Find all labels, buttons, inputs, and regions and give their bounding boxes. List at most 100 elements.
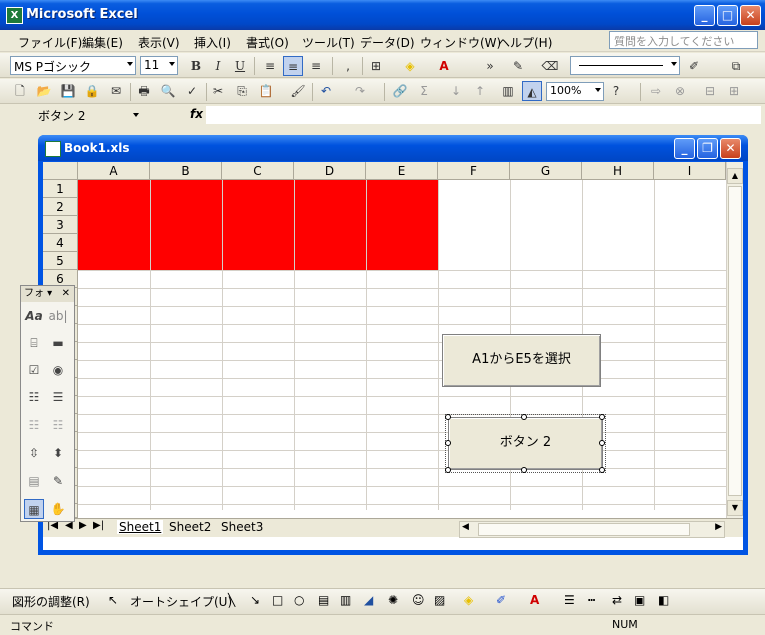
font-color-icon[interactable]: A — [434, 56, 454, 76]
column-header[interactable]: C — [222, 162, 294, 180]
underline-button[interactable]: U — [230, 56, 250, 76]
fill-color-icon[interactable]: ◈ — [400, 56, 420, 76]
eraser-icon[interactable]: ⌫ — [540, 56, 560, 76]
scroll-down-icon[interactable]: ▼ — [727, 500, 743, 516]
comma-style-button[interactable]: , — [338, 56, 358, 76]
column-header[interactable]: B — [150, 162, 222, 180]
column-header[interactable]: A — [78, 162, 150, 180]
close-button[interactable]: ✕ — [740, 5, 761, 26]
hyperlink-icon[interactable]: 🔗 — [390, 81, 410, 101]
column-header[interactable]: E — [366, 162, 438, 180]
unprotect-icon[interactable]: ⊗ — [670, 81, 690, 101]
tab-sheet2[interactable]: Sheet2 — [169, 520, 211, 534]
resize-handle[interactable] — [599, 414, 605, 420]
workbook-title-bar[interactable]: Book1.xls _ ❐ ✕ — [38, 135, 748, 161]
scroll-right-icon[interactable]: ▶ — [715, 522, 722, 532]
dash-style-icon[interactable]: ┅ — [588, 593, 595, 607]
toolbar-options-icon[interactable]: » — [480, 56, 500, 76]
select-objects-icon[interactable]: ↖ — [108, 593, 118, 607]
rectangle-icon[interactable]: □ — [272, 593, 283, 607]
line-color-icon[interactable]: ✐ — [684, 56, 704, 76]
worksheet-grid[interactable]: A B C D E F G H I 1 2 3 4 5 6 A1からE5を選択 … — [43, 162, 743, 550]
menu-tools[interactable]: ツール(T) — [302, 34, 355, 51]
option-button-tool-icon[interactable]: ◉ — [48, 360, 68, 380]
column-header[interactable]: F — [438, 162, 510, 180]
spelling-icon[interactable]: ✓ — [182, 81, 202, 101]
row-header[interactable]: 3 — [43, 216, 78, 234]
print-preview-icon[interactable]: 🔍 — [158, 81, 178, 101]
font-name-combo[interactable]: MS Pゴシック — [10, 56, 136, 75]
horizontal-scrollbar[interactable]: ◀ ▶ — [459, 521, 725, 538]
align-right-icon[interactable]: ≡ — [306, 56, 326, 76]
column-header[interactable]: D — [294, 162, 366, 180]
print-icon[interactable]: 🖶 — [134, 81, 154, 101]
minimize-button[interactable]: _ — [694, 5, 715, 26]
align-center-icon[interactable]: ≡ — [283, 56, 303, 76]
wordart-icon[interactable]: ◢ — [364, 593, 373, 607]
align-left-icon[interactable]: ≡ — [260, 56, 280, 76]
save-icon[interactable]: 💾 — [58, 81, 78, 101]
protect-icon[interactable]: ⇨ — [646, 81, 666, 101]
editbox-tool-icon[interactable]: ab| — [48, 306, 68, 326]
tab-sheet3[interactable]: Sheet3 — [221, 520, 263, 534]
workbook-minimize-button[interactable]: _ — [674, 138, 695, 159]
resize-handle[interactable] — [599, 440, 605, 446]
button-2[interactable]: ボタン 2 — [445, 414, 606, 473]
workbook-restore-button[interactable]: ❐ — [697, 138, 718, 159]
tab-last-icon[interactable]: ▶| — [93, 520, 104, 531]
diagram-icon[interactable]: ✺ — [388, 593, 398, 607]
menu-view[interactable]: 表示(V) — [138, 34, 180, 51]
borders-icon[interactable]: ⊞ — [366, 56, 386, 76]
group-icon[interactable]: ⊟ — [700, 81, 720, 101]
bold-button[interactable]: B — [186, 56, 206, 76]
more-borders-icon[interactable]: ⧉ — [726, 56, 746, 76]
workbook-close-button[interactable]: ✕ — [720, 138, 741, 159]
arrow-icon[interactable]: ↘ — [250, 593, 260, 607]
textbox-icon[interactable]: ▤ — [318, 593, 329, 607]
menu-window[interactable]: ウィンドウ(W) — [420, 34, 501, 51]
menu-format[interactable]: 書式(O) — [246, 34, 289, 51]
resize-handle[interactable] — [521, 467, 527, 473]
tab-next-icon[interactable]: ▶ — [79, 520, 87, 531]
maximize-button[interactable]: □ — [717, 5, 738, 26]
menu-insert[interactable]: 挿入(I) — [194, 34, 231, 51]
copy-icon[interactable]: ⎘ — [232, 81, 252, 101]
font-size-combo[interactable]: 11 — [140, 56, 178, 75]
scroll-left-icon[interactable]: ◀ — [462, 522, 469, 532]
control-properties-icon[interactable]: ▤ — [24, 471, 44, 491]
help-question-input[interactable]: 質問を入力してください — [609, 31, 758, 49]
autoshape-menu[interactable]: オートシェイプ(U) — [130, 593, 232, 610]
chart-wizard-icon[interactable]: ▥ — [498, 81, 518, 101]
draw-font-color-icon[interactable]: A — [530, 593, 539, 607]
arrow-style-icon[interactable]: ⇄ — [612, 593, 622, 607]
row-header[interactable]: 1 — [43, 180, 78, 198]
autosum-icon[interactable]: Σ — [414, 81, 434, 101]
edit-code-icon[interactable]: ✎ — [48, 471, 68, 491]
clipart-icon[interactable]: ☺ — [412, 593, 425, 607]
ungroup-icon[interactable]: ⊞ — [724, 81, 744, 101]
open-folder-icon[interactable]: 📂 — [34, 81, 54, 101]
vertical-scrollbar[interactable]: ▲ ▼ — [726, 162, 743, 522]
close-icon[interactable]: ✕ — [62, 286, 70, 302]
new-file-icon[interactable]: 🗋 — [10, 81, 30, 101]
resize-handle[interactable] — [445, 440, 451, 446]
groupbox-tool-icon[interactable]: ⌸ — [24, 333, 44, 353]
select-all-corner[interactable] — [43, 162, 78, 180]
resize-handle[interactable] — [521, 414, 527, 420]
drawing-toggle-icon[interactable]: ◭ — [522, 81, 542, 101]
menu-edit[interactable]: 編集(E) — [82, 34, 123, 51]
vertical-textbox-icon[interactable]: ▥ — [340, 593, 351, 607]
zoom-combo[interactable]: 100% — [546, 82, 604, 101]
resize-handle[interactable] — [599, 467, 605, 473]
select-a1-e5-button[interactable]: A1からE5を選択 — [442, 334, 601, 387]
pen-icon[interactable]: ✎ — [508, 56, 528, 76]
line-style-icon[interactable]: ☰ — [564, 593, 575, 607]
column-header[interactable]: H — [582, 162, 654, 180]
chevron-down-icon[interactable] — [133, 113, 139, 117]
scrollbar-tool-icon[interactable]: ⇳ — [24, 443, 44, 463]
menu-data[interactable]: データ(D) — [360, 34, 415, 51]
checkbox-tool-icon[interactable]: ☑ — [24, 360, 44, 380]
menu-file[interactable]: ファイル(F) — [18, 34, 82, 51]
italic-button[interactable]: I — [208, 56, 228, 76]
undo-icon[interactable]: ↶ — [316, 81, 336, 101]
